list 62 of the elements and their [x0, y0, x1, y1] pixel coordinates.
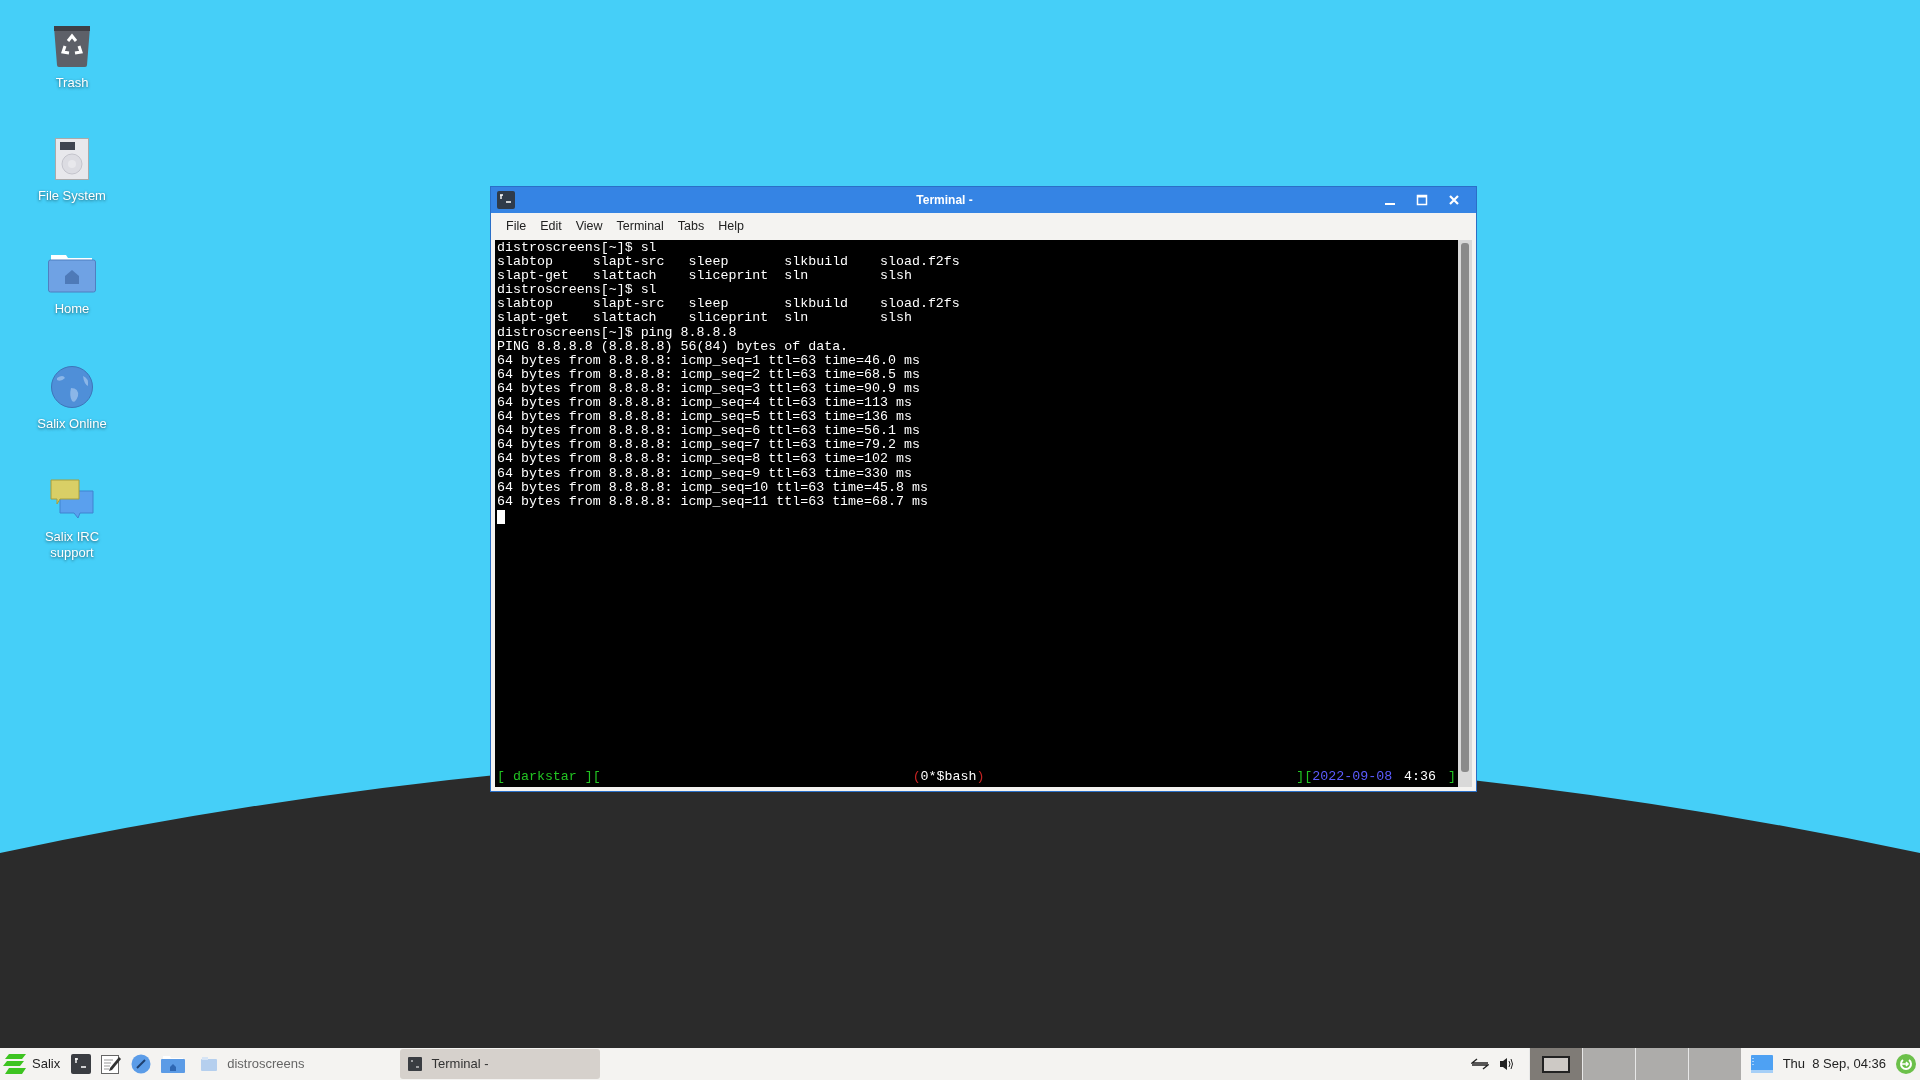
menu-item[interactable]: Help: [711, 215, 751, 238]
terminal-line: 64 bytes from 8.8.8.8: icmp_seq=7 ttl=63 time=79.2 ms: [497, 438, 921, 453]
chat-icon[interactable]: [50, 479, 94, 521]
terminal-line: PING 8.8.8.8 (8.8.8.8) 56(84) bytes of data.: [497, 339, 850, 354]
status-text: 0*$bash: [920, 769, 977, 785]
menu-item[interactable]: Terminal: [609, 215, 671, 238]
home-folder-icon[interactable]: [161, 1055, 186, 1073]
menu-item[interactable]: File: [499, 215, 534, 238]
terminal-icon: [497, 191, 515, 209]
status-text: 4:36: [1404, 769, 1437, 785]
menu-item[interactable]: Edit: [533, 215, 569, 238]
folder-launcher[interactable]: distroscreens: [201, 1054, 305, 1074]
close-icon: [1448, 194, 1460, 206]
terminal-line: 64 bytes from 8.8.8.8: icmp_seq=5 ttl=63 time=136 ms: [497, 410, 913, 425]
globe-icon[interactable]: [51, 366, 93, 408]
terminal-line: distroscreens[~]$ sl: [497, 241, 658, 256]
compass-icon[interactable]: [131, 1054, 152, 1074]
folder-icon: [201, 1057, 218, 1071]
terminal-line: distroscreens[~]$ sl: [497, 283, 658, 298]
terminal-line: 64 bytes from 8.8.8.8: icmp_seq=11 ttl=63 time=68.7 ms: [497, 494, 929, 509]
taskbar-button[interactable]: Terminal -: [399, 1049, 600, 1079]
window-thumbnail: [1541, 1055, 1570, 1073]
terminal-line: slapt-get slattach sliceprint sln slsh: [497, 311, 913, 326]
network-icon[interactable]: [1470, 1057, 1489, 1071]
terminal-line: slabtop slapt-src sleep slkbuild sload.f2fs: [497, 297, 961, 312]
menu-item[interactable]: Tabs: [670, 215, 712, 238]
terminal-icon[interactable]: [71, 1054, 92, 1074]
minimize-icon: [1385, 203, 1395, 205]
menu-item[interactable]: View: [568, 215, 610, 238]
volume-icon[interactable]: [1498, 1057, 1515, 1071]
home-folder-icon[interactable]: [48, 253, 96, 293]
terminal-line: 64 bytes from 8.8.8.8: icmp_seq=10 ttl=63 time=45.8 ms: [497, 480, 929, 495]
terminal-line: 64 bytes from 8.8.8.8: icmp_seq=2 ttl=63 time=68.5 ms: [497, 367, 921, 382]
terminal-line: distroscreens[~]$ ping 8.8.8.8: [497, 325, 738, 340]
workspace-button[interactable]: [1528, 1048, 1582, 1080]
scrollbar[interactable]: [1458, 240, 1472, 787]
terminal-line: 64 bytes from 8.8.8.8: icmp_seq=4 ttl=63 time=113 ms: [497, 396, 913, 411]
start-menu-button[interactable]: Salix: [3, 1053, 61, 1075]
terminal-line: 64 bytes from 8.8.8.8: icmp_seq=9 ttl=63 time=330 ms: [497, 466, 913, 481]
status-text: [ darkstar ][: [497, 769, 601, 785]
terminal-icon: [407, 1057, 422, 1071]
status-text: ][: [1296, 769, 1313, 785]
terminal-line: slabtop slapt-src sleep slkbuild sload.f2fs: [497, 255, 961, 270]
status-text: ]: [1448, 769, 1456, 785]
terminal-line: 64 bytes from 8.8.8.8: icmp_seq=1 ttl=63 time=46.0 ms: [497, 353, 921, 368]
terminal-line: slapt-get slattach sliceprint sln slsh: [497, 269, 913, 284]
status-text: (: [912, 769, 921, 785]
clock[interactable]: Thu 8 Sep, 04:36: [1782, 1054, 1886, 1074]
hard-drive-icon[interactable]: [55, 138, 89, 180]
window-title: Terminal -: [916, 192, 973, 209]
logo: [3, 1053, 27, 1075]
text-cursor: [497, 509, 505, 524]
maximize-icon: [1416, 194, 1428, 206]
power-icon[interactable]: [1896, 1054, 1916, 1074]
terminal-line: 64 bytes from 8.8.8.8: icmp_seq=3 ttl=63 time=90.9 ms: [497, 381, 921, 397]
text-editor-icon[interactable]: [101, 1054, 122, 1074]
show-desktop-icon[interactable]: [1750, 1055, 1773, 1073]
terminal-line: 64 bytes from 8.8.8.8: icmp_seq=6 ttl=63 time=56.1 ms: [497, 424, 921, 439]
terminal-line: 64 bytes from 8.8.8.8: icmp_seq=8 ttl=63 time=102 ms: [497, 452, 913, 467]
trash-icon[interactable]: [53, 25, 91, 67]
status-text: 2022-09-08: [1312, 769, 1393, 785]
status-text: ): [976, 769, 985, 785]
